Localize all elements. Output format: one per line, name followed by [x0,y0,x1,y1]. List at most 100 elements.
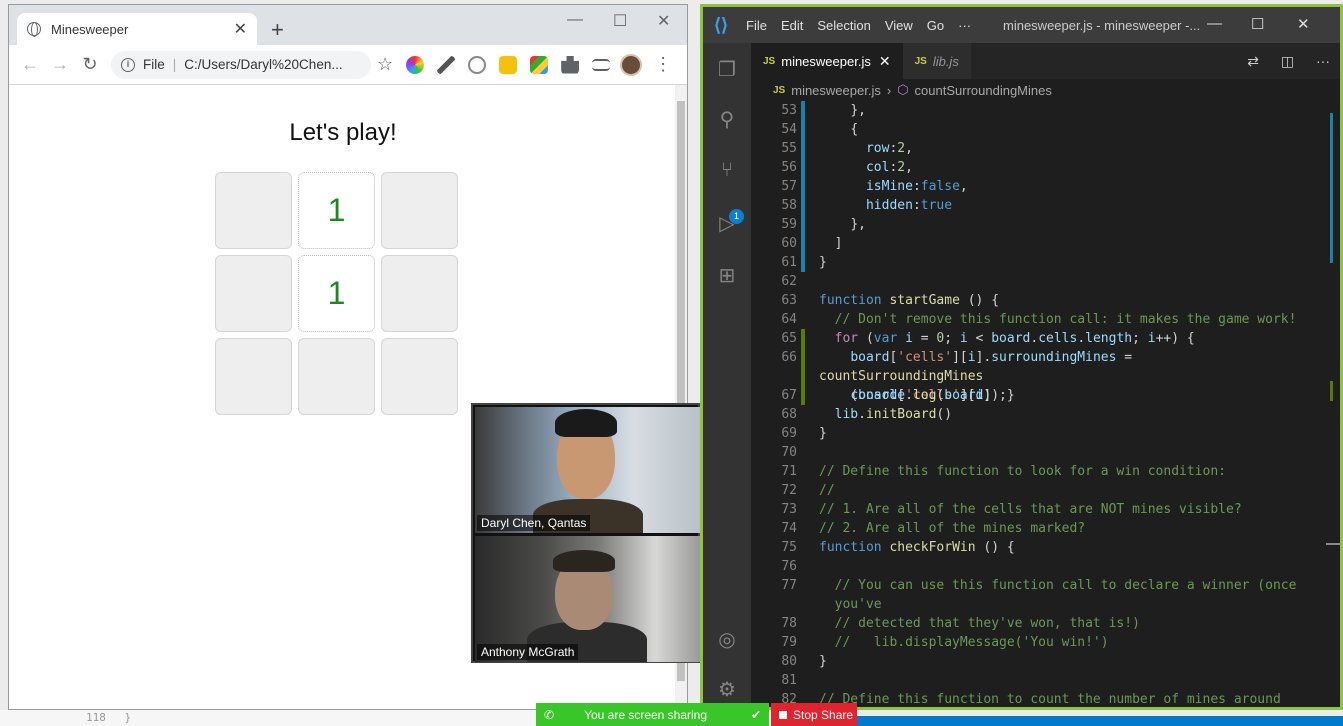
board-cell[interactable] [381,338,458,415]
search-icon[interactable]: ⚲ [715,107,739,131]
code-line[interactable]: 76 [751,557,1340,576]
notes-extension-icon[interactable] [499,55,518,74]
code-line[interactable]: 54 { [751,120,1340,139]
participant-video[interactable]: Anthony McGrath [475,536,700,662]
maximize-button[interactable]: ☐ [613,11,627,31]
change-gutter [801,329,805,348]
tab-minesweeper-js[interactable]: JS minesweeper.js ✕ [751,43,903,79]
board-cell[interactable]: 1 [298,172,375,249]
code-line[interactable]: 80} [751,652,1340,671]
split-editor-icon[interactable]: ◫ [1281,53,1294,69]
code-line[interactable]: 70 [751,443,1340,462]
code-line[interactable]: 60 ] [751,234,1340,253]
tab-lib-js[interactable]: JS lib.js [902,43,971,79]
code-line[interactable]: 63 function startGame () { [751,291,1340,310]
settings-gear-icon[interactable]: ⚙ [715,677,739,701]
code-line[interactable]: 78 // detected that they've won, that is… [751,614,1340,633]
explorer-icon[interactable]: ❐ [715,57,739,81]
code-line[interactable]: 53 }, [751,101,1340,120]
code-line[interactable]: 71 // Define this function to look for a … [751,462,1340,481]
code-line[interactable]: 57 isMine:false, [751,177,1340,196]
code-line[interactable]: 58 hidden:true [751,196,1340,215]
power-extension-icon[interactable] [468,55,487,74]
code-line[interactable]: 75 function checkForWin () { [751,538,1340,557]
board-cell[interactable] [298,338,375,415]
code-line[interactable]: 67 console.log(board) [751,386,1340,405]
board-cell[interactable] [215,338,292,415]
account-icon[interactable]: ◎ [715,627,739,651]
back-button[interactable]: ← [15,54,45,75]
vscode-logo-icon: ⟨⟩ [713,14,729,35]
minimize-button[interactable]: — [567,11,583,29]
code-line[interactable]: 81 [751,671,1340,690]
forward-button[interactable]: → [45,54,75,75]
code-line[interactable]: 61} [751,253,1340,272]
code-line[interactable]: 55 row:2, [751,139,1340,158]
menu-selection[interactable]: Selection [817,18,870,33]
code-line[interactable]: 74 // 2. Are all of the mines marked? [751,519,1340,538]
code-editor[interactable]: 53 }, 54 {55 row:2, 56 col:2, 57 isMine:fal… [751,101,1340,707]
run-debug-icon[interactable]: ▷ [715,211,739,235]
menu-edit[interactable]: Edit [781,18,803,33]
url-field[interactable]: i File | C:/Users/Daryl%20Chen... [111,50,371,79]
tab-close-icon[interactable]: ✕ [879,53,891,70]
code-line[interactable]: 69} [751,424,1340,443]
new-tab-button[interactable]: + [271,17,284,43]
video-panel[interactable]: Daryl Chen, Qantas Anthony McGrath [471,403,700,663]
bookmark-star-icon[interactable]: ☆ [377,54,393,75]
tab-close-icon[interactable]: ✕ [234,19,247,39]
stop-share-button[interactable]: Stop Share [771,703,857,726]
tiles-extension-icon[interactable] [530,55,549,74]
menu-file[interactable]: File [746,18,767,33]
puzzle-extensions-icon[interactable] [561,55,580,74]
code-line[interactable]: 77 // You can use this function call to … [751,576,1340,614]
vscode-status-bar [857,716,1343,726]
code-token: ; [944,331,960,346]
browser-menu-icon[interactable]: ⋮ [654,54,672,75]
browser-tab[interactable]: Minesweeper ✕ [17,13,257,45]
code-line[interactable]: 59 }, [751,215,1340,234]
url-text: C:/Users/Daryl%20Chen... [184,57,343,72]
extensions-icon[interactable]: ⊞ [715,263,739,287]
eyedropper-extension-icon[interactable] [437,55,456,74]
participant-video[interactable]: Daryl Chen, Qantas [475,407,700,533]
board-cell[interactable] [215,172,292,249]
overview-ruler[interactable] [1326,101,1340,707]
code-line[interactable]: 79 // lib.displayMessage('You win!') [751,633,1340,652]
color-wheel-extension-icon[interactable] [406,55,425,74]
line-number: 56 [781,160,797,175]
menu-view[interactable]: View [885,18,913,33]
code-line[interactable]: 56 col:2, [751,158,1340,177]
compare-changes-icon[interactable]: ⇄ [1247,53,1259,69]
editor-tabs: JS minesweeper.js ✕ JS lib.js ⇄ ◫ ··· [751,43,1340,79]
code-line[interactable]: 66 board['cells'][i].surroundingMines = … [751,348,1340,403]
info-icon[interactable]: i [121,57,135,72]
vscode-maximize-button[interactable]: ☐ [1251,15,1264,33]
code-line[interactable]: 62 [751,272,1340,291]
board-cell[interactable] [381,255,458,332]
more-actions-icon[interactable]: ··· [1316,53,1330,69]
vscode-close-button[interactable]: ✕ [1297,15,1310,33]
menu-more[interactable]: ··· [958,18,971,33]
board-cell[interactable]: 1 [298,255,375,332]
code-line[interactable]: 72 // [751,481,1340,500]
vscode-minimize-button[interactable]: — [1207,15,1222,32]
media-control-icon[interactable] [592,58,611,71]
code-line[interactable]: 73 // 1. Are all of the cells that are NO… [751,500,1340,519]
reload-button[interactable]: ↻ [75,54,105,75]
code-line[interactable]: 64 // Don't remove this function call: i… [751,310,1340,329]
close-window-button[interactable]: ✕ [657,11,670,31]
participant-hair [555,409,617,437]
board-cell[interactable] [381,172,458,249]
code-line[interactable]: 65 for (var i = 0; i < board.cells.lengt… [751,329,1340,348]
profile-avatar[interactable] [620,53,643,76]
breadcrumb-symbol[interactable]: countSurroundingMines [915,83,1052,98]
board-cell[interactable] [215,255,292,332]
screen-sharing-bar[interactable]: ✆ You are screen sharing ✔ [536,703,769,726]
source-control-icon[interactable]: ⑂ [715,159,739,183]
code-text: row:2, [819,139,1309,158]
code-line[interactable]: 68 lib.initBoard() [751,405,1340,424]
menu-go[interactable]: Go [927,18,944,33]
breadcrumb-file[interactable]: minesweeper.js [791,83,881,98]
